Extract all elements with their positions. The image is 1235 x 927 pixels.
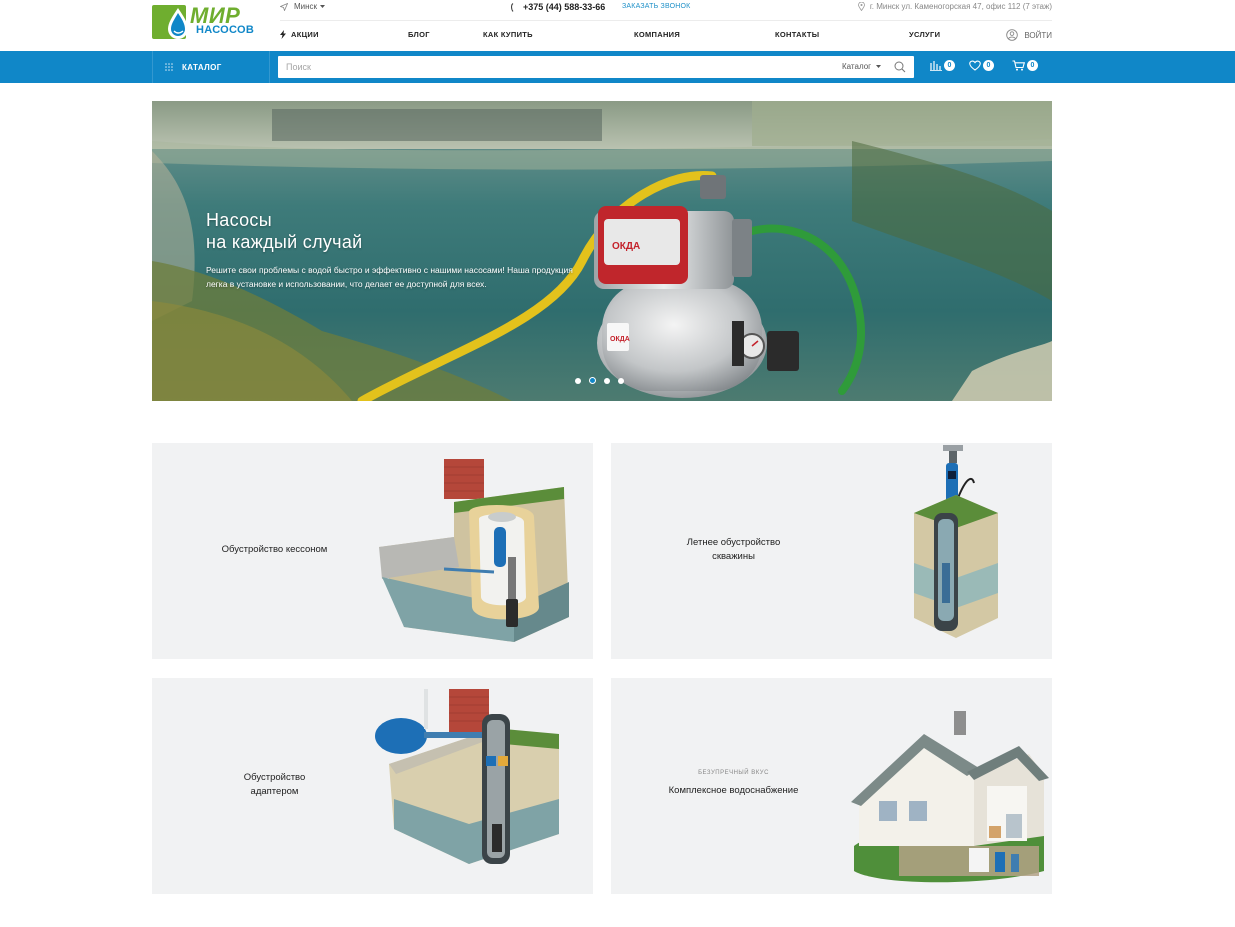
user-icon	[1006, 29, 1019, 41]
cart-count-badge: 0	[1027, 60, 1038, 71]
service-tile-title: Обустройство кессоном	[212, 543, 337, 557]
city-selector[interactable]: Минск	[280, 2, 326, 11]
service-tile-title: Обустройство адаптером	[212, 771, 337, 799]
main-navigation: АКЦИИ БЛОГ КАК КУПИТЬ КОМПАНИЯ КОНТАКТЫ …	[280, 21, 1052, 49]
logo-text-bottom: НАСОСОВ	[196, 24, 255, 36]
catalog-label: КАТАЛОГ	[182, 62, 222, 72]
hero-title: Насосы на каждый случай	[206, 209, 363, 253]
phone-text: +375 (44) 588-33-66	[523, 2, 606, 12]
address: г. Минск ул. Каменогорская 47, офис 112 …	[857, 2, 1052, 11]
compare-button[interactable]: 0	[930, 60, 955, 71]
catalog-button[interactable]: КАТАЛОГ	[152, 51, 270, 83]
search-icon[interactable]	[894, 61, 906, 73]
chevron-down-icon	[876, 64, 882, 68]
location-arrow-icon	[280, 2, 288, 11]
nav-item-label: КОНТАКТЫ	[775, 30, 820, 39]
hero-banner[interactable]: ОКДА ОКДА Насосы на каждый случай Решите…	[152, 101, 1052, 401]
pump-brand-label: ОКДА	[612, 241, 640, 252]
service-tile-title-line-2: скважины	[712, 551, 755, 562]
login-label: ВОЙТИ	[1024, 30, 1052, 40]
city-name: Минск	[294, 2, 318, 11]
pump-brand-label: ОКДА	[610, 336, 630, 343]
grid-menu-icon	[165, 63, 173, 71]
nav-item-sales[interactable]: АКЦИИ	[280, 30, 319, 39]
service-tile-title-line-1: Обустройство кессоном	[221, 544, 328, 555]
header-topline: Минск +375 (44) 588-33-66 ЗАКАЗАТЬ ЗВОНО…	[280, 0, 1052, 20]
header-action-icons: 0 0 0	[930, 60, 1038, 71]
nav-item-contacts[interactable]: КОНТАКТЫ	[775, 30, 819, 39]
catalog-search-bar: КАТАЛОГ Каталог 0 0 0	[0, 51, 1235, 83]
address-text: г. Минск ул. Каменогорская 47, офис 112 …	[869, 2, 1052, 11]
hero-title-line-2: на каждый случай	[206, 232, 363, 252]
favorites-button[interactable]: 0	[969, 60, 994, 71]
slider-pagination	[575, 377, 624, 384]
service-tile-adapter[interactable]: Обустройство адаптером	[152, 678, 593, 894]
slider-dot[interactable]	[575, 377, 581, 384]
nav-item-company[interactable]: КОМПАНИЯ	[634, 30, 680, 39]
site-logo[interactable]: МИР НАСОСОВ	[152, 3, 257, 39]
service-tile-caisson[interactable]: Обустройство кессоном	[152, 443, 593, 659]
chevron-down-icon	[320, 4, 326, 8]
service-tile-title-line-1: Комплексное водоснабжение	[668, 785, 799, 796]
nav-item-label: АКЦИИ	[291, 30, 319, 39]
service-tile-summer-well[interactable]: Летнее обустройство скважины	[611, 443, 1052, 659]
phone-icon	[511, 2, 514, 12]
slider-dot[interactable]	[618, 377, 624, 384]
compare-icon	[930, 61, 942, 71]
service-tile-supertitle: БЕЗУПРЕЧНЫЙ ВКУС	[698, 770, 769, 776]
callback-link[interactable]: ЗАКАЗАТЬ ЗВОНОК	[622, 3, 690, 10]
service-tile-complex-water-supply[interactable]: БЕЗУПРЕЧНЫЙ ВКУС Комплексное водоснабжен…	[611, 678, 1052, 894]
nav-item-label: УСЛУГИ	[909, 30, 941, 39]
search-scope-dropdown[interactable]: Каталог	[842, 62, 882, 71]
search-input[interactable]	[286, 56, 826, 78]
heart-icon	[969, 60, 981, 71]
service-tile-title-line-1: Обустройство	[243, 772, 306, 783]
compare-count-badge: 0	[944, 60, 955, 71]
adapter-illustration	[375, 689, 559, 864]
nav-item-label: БЛОГ	[408, 30, 430, 39]
search-scope-label: Каталог	[842, 62, 872, 71]
search-box: Каталог	[278, 56, 914, 78]
hero-title-line-1: Насосы	[206, 210, 272, 230]
map-pin-icon	[857, 2, 865, 11]
house-illustration	[851, 711, 1049, 883]
nav-item-label: КАК КУПИТЬ	[483, 30, 533, 39]
service-tile-title-line-2: адаптером	[250, 786, 299, 797]
hero-description: Решите свои проблемы с водой быстро и эф…	[206, 265, 573, 289]
service-tile-title: Комплексное водоснабжение	[651, 784, 816, 798]
phone-number[interactable]: +375 (44) 588-33-66	[511, 2, 605, 12]
service-tile-title-line-1: Летнее обустройство	[686, 537, 781, 548]
service-tile-title: Летнее обустройство скважины	[671, 536, 796, 564]
cart-icon	[1012, 60, 1025, 71]
nav-item-how-to-buy[interactable]: КАК КУПИТЬ	[483, 30, 533, 39]
slider-dot[interactable]	[604, 377, 610, 384]
nav-item-services[interactable]: УСЛУГИ	[909, 30, 940, 39]
favorites-count-badge: 0	[983, 60, 994, 71]
lightning-icon	[280, 30, 286, 39]
login-link[interactable]: ВОЙТИ	[1006, 29, 1052, 41]
cart-button[interactable]: 0	[1012, 60, 1038, 71]
nav-item-blog[interactable]: БЛОГ	[408, 30, 430, 39]
nav-item-label: КОМПАНИЯ	[634, 30, 681, 39]
well-illustration	[914, 445, 998, 638]
caisson-illustration	[379, 459, 569, 642]
slider-dot-active[interactable]	[589, 377, 596, 384]
